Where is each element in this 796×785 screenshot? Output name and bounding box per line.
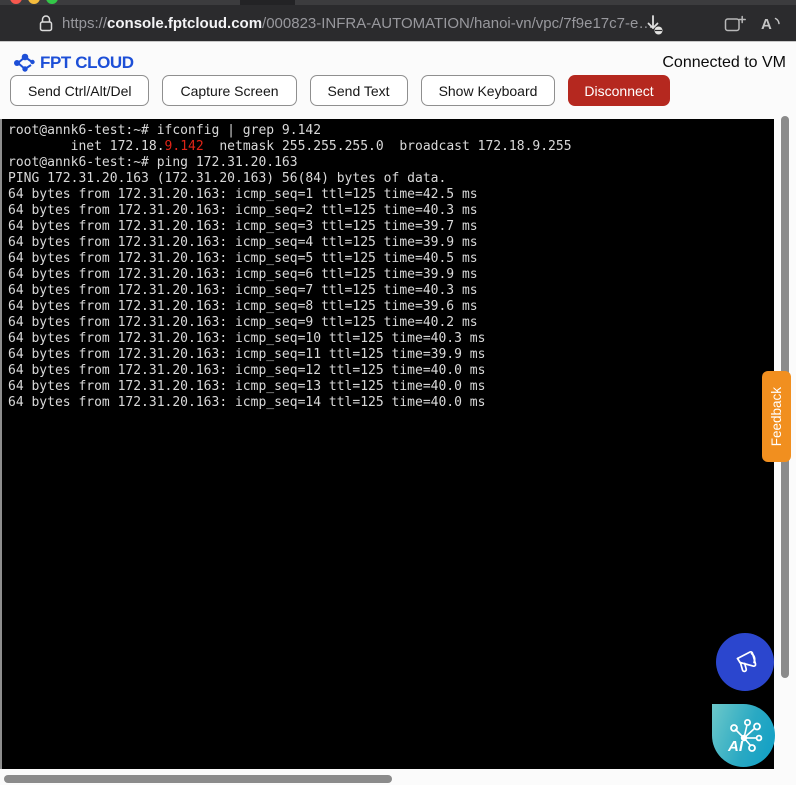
terminal-text: 64 bytes from 172.31.20.163: icmp_seq=2 … [8,203,478,218]
terminal-text: netmask 255.255.255.0 broadcast 172.18.9… [204,139,572,154]
terminal-line: 64 bytes from 172.31.20.163: icmp_seq=9 … [8,315,774,331]
show-keyboard-button[interactable]: Show Keyboard [421,75,556,106]
fpt-cloud-logo-icon [12,53,36,73]
terminal-line: 64 bytes from 172.31.20.163: icmp_seq=3 … [8,219,774,235]
disconnect-button[interactable]: Disconnect [568,75,669,106]
connection-status: Connected to VM [662,54,786,72]
terminal-line: 64 bytes from 172.31.20.163: icmp_seq=12… [8,363,774,379]
address-bar: https://console.fptcloud.com/000823-INFR… [0,5,796,41]
terminal-line: root@annk6-test:~# ping 172.31.20.163 [8,155,774,171]
megaphone-icon [728,645,762,679]
console-controls: Send Ctrl/Alt/Del Capture Screen Send Te… [10,75,670,106]
feedback-tab[interactable]: Feedback [762,371,791,462]
terminal-text: 64 bytes from 172.31.20.163: icmp_seq=4 … [8,235,478,250]
terminal-text: 64 bytes from 172.31.20.163: icmp_seq=11… [8,347,485,362]
terminal-text: inet 172.18. [8,139,165,154]
terminal-text: 9.142 [165,139,204,154]
download-progress-icon[interactable] [644,12,666,41]
fpt-cloud-logo[interactable]: FPT CLOUD [12,53,134,73]
horizontal-scrollbar-thumb[interactable] [4,775,392,783]
announcements-button[interactable] [716,633,774,691]
brand-text: FPT CLOUD [40,53,134,73]
terminal-text: 64 bytes from 172.31.20.163: icmp_seq=6 … [8,267,478,282]
text-size-icon[interactable]: A [760,14,784,39]
new-tab-icon[interactable] [724,15,746,38]
terminal-line: 64 bytes from 172.31.20.163: icmp_seq=2 … [8,203,774,219]
url-field[interactable]: https://console.fptcloud.com/000823-INFR… [62,5,653,41]
send-text-button[interactable]: Send Text [310,75,408,106]
terminal-line: 64 bytes from 172.31.20.163: icmp_seq=1 … [8,187,774,203]
terminal[interactable]: root@annk6-test:~# ifconfig | grep 9.142… [0,119,774,769]
terminal-text: 64 bytes from 172.31.20.163: icmp_seq=7 … [8,283,478,298]
ai-network-icon: AI [721,713,767,759]
terminal-text: 64 bytes from 172.31.20.163: icmp_seq=13… [8,379,485,394]
ai-label: AI [727,738,744,755]
terminal-text: 64 bytes from 172.31.20.163: icmp_seq=10… [8,331,485,346]
terminal-text: 64 bytes from 172.31.20.163: icmp_seq=14… [8,395,485,410]
url-path: /000823-INFRA-AUTOMATION/hanoi-vn/vpc/7f… [262,15,653,32]
terminal-text: 64 bytes from 172.31.20.163: icmp_seq=8 … [8,299,478,314]
terminal-text: 64 bytes from 172.31.20.163: icmp_seq=3 … [8,219,478,234]
window-minimize-button[interactable] [28,0,40,4]
terminal-line: 64 bytes from 172.31.20.163: icmp_seq=6 … [8,267,774,283]
terminal-line: 64 bytes from 172.31.20.163: icmp_seq=14… [8,395,774,411]
console-page: FPT CLOUD Connected to VM Send Ctrl/Alt/… [0,41,796,785]
lock-icon [38,13,54,38]
terminal-text: PING 172.31.20.163 (172.31.20.163) 56(84… [8,171,446,186]
terminal-text: root@annk6-test:~# ifconfig | grep 9.142 [8,123,321,138]
terminal-text: 64 bytes from 172.31.20.163: icmp_seq=12… [8,363,485,378]
terminal-line: 64 bytes from 172.31.20.163: icmp_seq=13… [8,379,774,395]
ai-assistant-button[interactable]: AI [712,704,775,767]
terminal-text: 64 bytes from 172.31.20.163: icmp_seq=1 … [8,187,478,202]
terminal-line: root@annk6-test:~# ifconfig | grep 9.142 [8,123,774,139]
terminal-line: 64 bytes from 172.31.20.163: icmp_seq=7 … [8,283,774,299]
browser-toolbar: https://console.fptcloud.com/000823-INFR… [0,0,796,41]
terminal-line: inet 172.18.9.142 netmask 255.255.255.0 … [8,139,774,155]
terminal-text: 64 bytes from 172.31.20.163: icmp_seq=5 … [8,251,478,266]
terminal-line: 64 bytes from 172.31.20.163: icmp_seq=8 … [8,299,774,315]
terminal-line: 64 bytes from 172.31.20.163: icmp_seq=10… [8,331,774,347]
terminal-line: 64 bytes from 172.31.20.163: icmp_seq=4 … [8,235,774,251]
feedback-label: Feedback [769,387,784,446]
url-scheme: https:// [62,15,107,32]
url-host: console.fptcloud.com [107,15,262,32]
terminal-text: 64 bytes from 172.31.20.163: icmp_seq=9 … [8,315,478,330]
svg-text:A: A [761,16,772,33]
send-ctrl-alt-del-button[interactable]: Send Ctrl/Alt/Del [10,75,149,106]
capture-screen-button[interactable]: Capture Screen [162,75,296,106]
window-zoom-button[interactable] [46,0,58,4]
terminal-line: 64 bytes from 172.31.20.163: icmp_seq=11… [8,347,774,363]
terminal-line: 64 bytes from 172.31.20.163: icmp_seq=5 … [8,251,774,267]
terminal-text: root@annk6-test:~# ping 172.31.20.163 [8,155,298,170]
window-close-button[interactable] [10,0,22,4]
terminal-line: PING 172.31.20.163 (172.31.20.163) 56(84… [8,171,774,187]
